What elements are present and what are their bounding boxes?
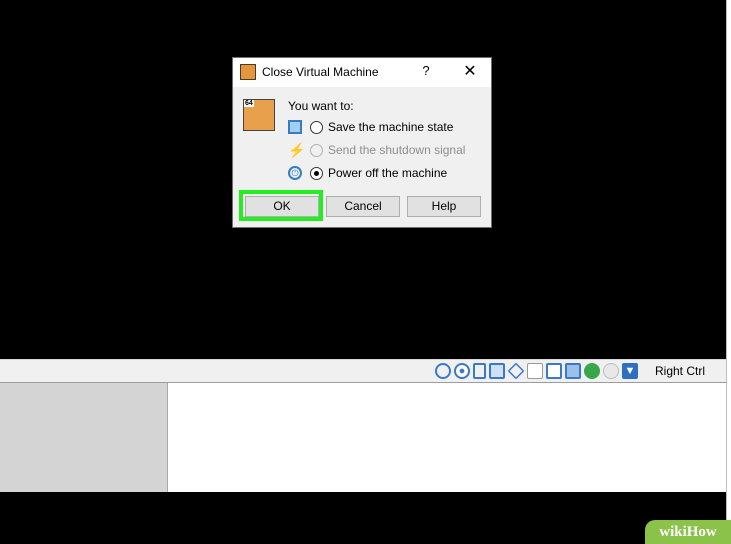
network-icon[interactable]: [489, 363, 505, 379]
dialog-title: Close Virtual Machine: [262, 65, 379, 79]
save-state-label: Save the machine state: [328, 120, 454, 134]
64-bit-badge: 64: [244, 100, 254, 107]
option-save-state[interactable]: Save the machine state: [288, 118, 488, 136]
shared-folders-icon[interactable]: [527, 363, 543, 379]
power-off-label: Power off the machine: [328, 166, 448, 180]
vm-os-icon: 64: [243, 99, 275, 131]
display-icon[interactable]: [546, 363, 562, 379]
arrow-down-icon[interactable]: ▼: [622, 363, 638, 379]
save-state-icon: [288, 120, 302, 134]
shutdown-signal-radio: [310, 144, 323, 157]
power-off-icon: ⏻: [288, 166, 302, 180]
host-content-panel: [169, 383, 726, 492]
video-capture-icon[interactable]: [565, 363, 581, 379]
host-sidebar-panel: [0, 383, 168, 492]
shutdown-signal-icon: ⚡: [288, 142, 306, 158]
audio-icon[interactable]: [473, 363, 486, 379]
close-icon[interactable]: ✕: [461, 61, 479, 81]
dialog-titlebar[interactable]: Close Virtual Machine ? ✕: [233, 58, 491, 87]
cpu-icon[interactable]: [603, 363, 619, 379]
usb-icon[interactable]: [507, 362, 525, 380]
save-state-radio[interactable]: [310, 121, 323, 134]
option-shutdown-signal: ⚡ Send the shutdown signal: [288, 141, 488, 159]
cancel-button[interactable]: Cancel: [326, 196, 400, 217]
window-edge: [726, 0, 731, 544]
ok-button-highlight: [239, 190, 323, 221]
help-button[interactable]: Help: [407, 196, 481, 217]
host-key-label: Right Ctrl: [654, 364, 705, 378]
optical-drive-icon[interactable]: [454, 363, 470, 379]
close-vm-dialog: Close Virtual Machine ? ✕ 64 You want to…: [232, 57, 492, 228]
help-title-button[interactable]: ?: [419, 63, 433, 78]
hard-disk-icon[interactable]: [435, 363, 451, 379]
virtualbox-icon: [240, 64, 256, 80]
shutdown-signal-label: Send the shutdown signal: [328, 143, 466, 157]
prompt-label: You want to:: [288, 99, 354, 113]
power-off-radio[interactable]: [310, 167, 323, 180]
wikihow-watermark: wikiHow: [645, 520, 731, 544]
vm-statusbar: ▼ Right Ctrl: [0, 359, 726, 383]
option-power-off[interactable]: ⏻ Power off the machine: [288, 164, 488, 182]
bottom-bar: [0, 492, 726, 544]
mouse-integration-icon[interactable]: [584, 363, 600, 379]
status-icons: ▼: [435, 362, 638, 380]
